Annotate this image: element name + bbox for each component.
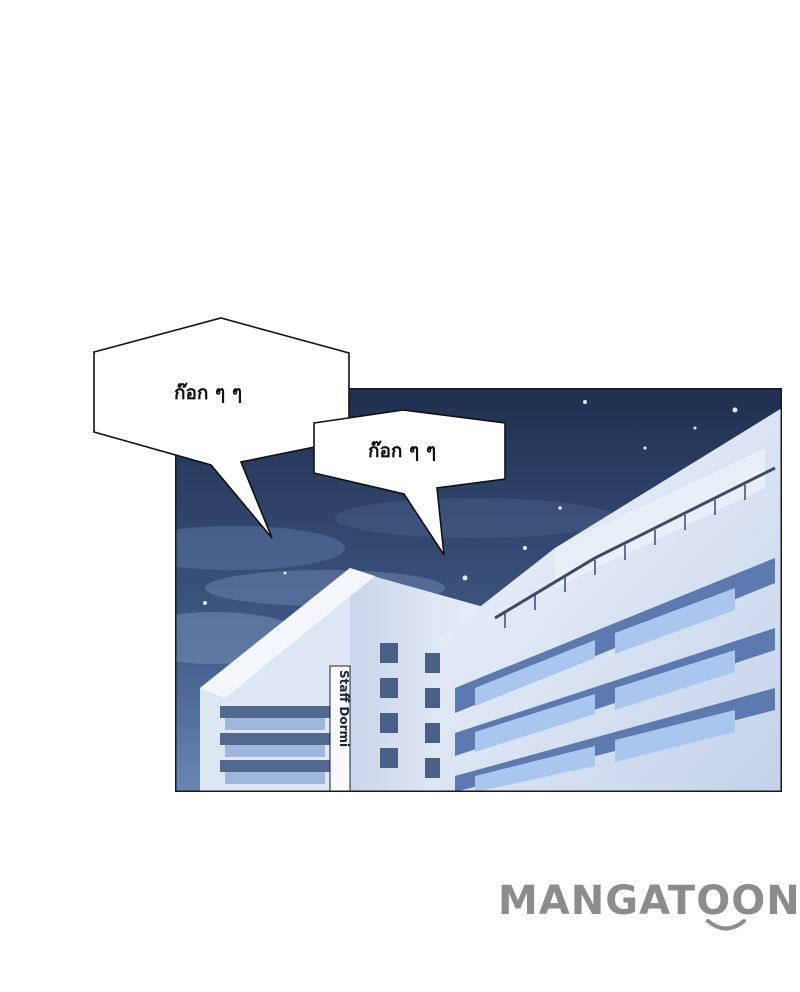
speech-bubble-right: [313, 409, 506, 556]
speech-bubble-left: [93, 317, 350, 539]
speech-bubbles: [93, 317, 506, 556]
mangatoon-watermark: MANGATOON: [498, 878, 800, 942]
smile-icon: [706, 919, 746, 931]
speech-text-knock-1: ก๊อก ๆ ๆ: [174, 382, 243, 404]
watermark-text: MANGATOON: [498, 878, 800, 924]
speech-text-knock-2: ก๊อก ๆ ๆ: [368, 440, 437, 462]
